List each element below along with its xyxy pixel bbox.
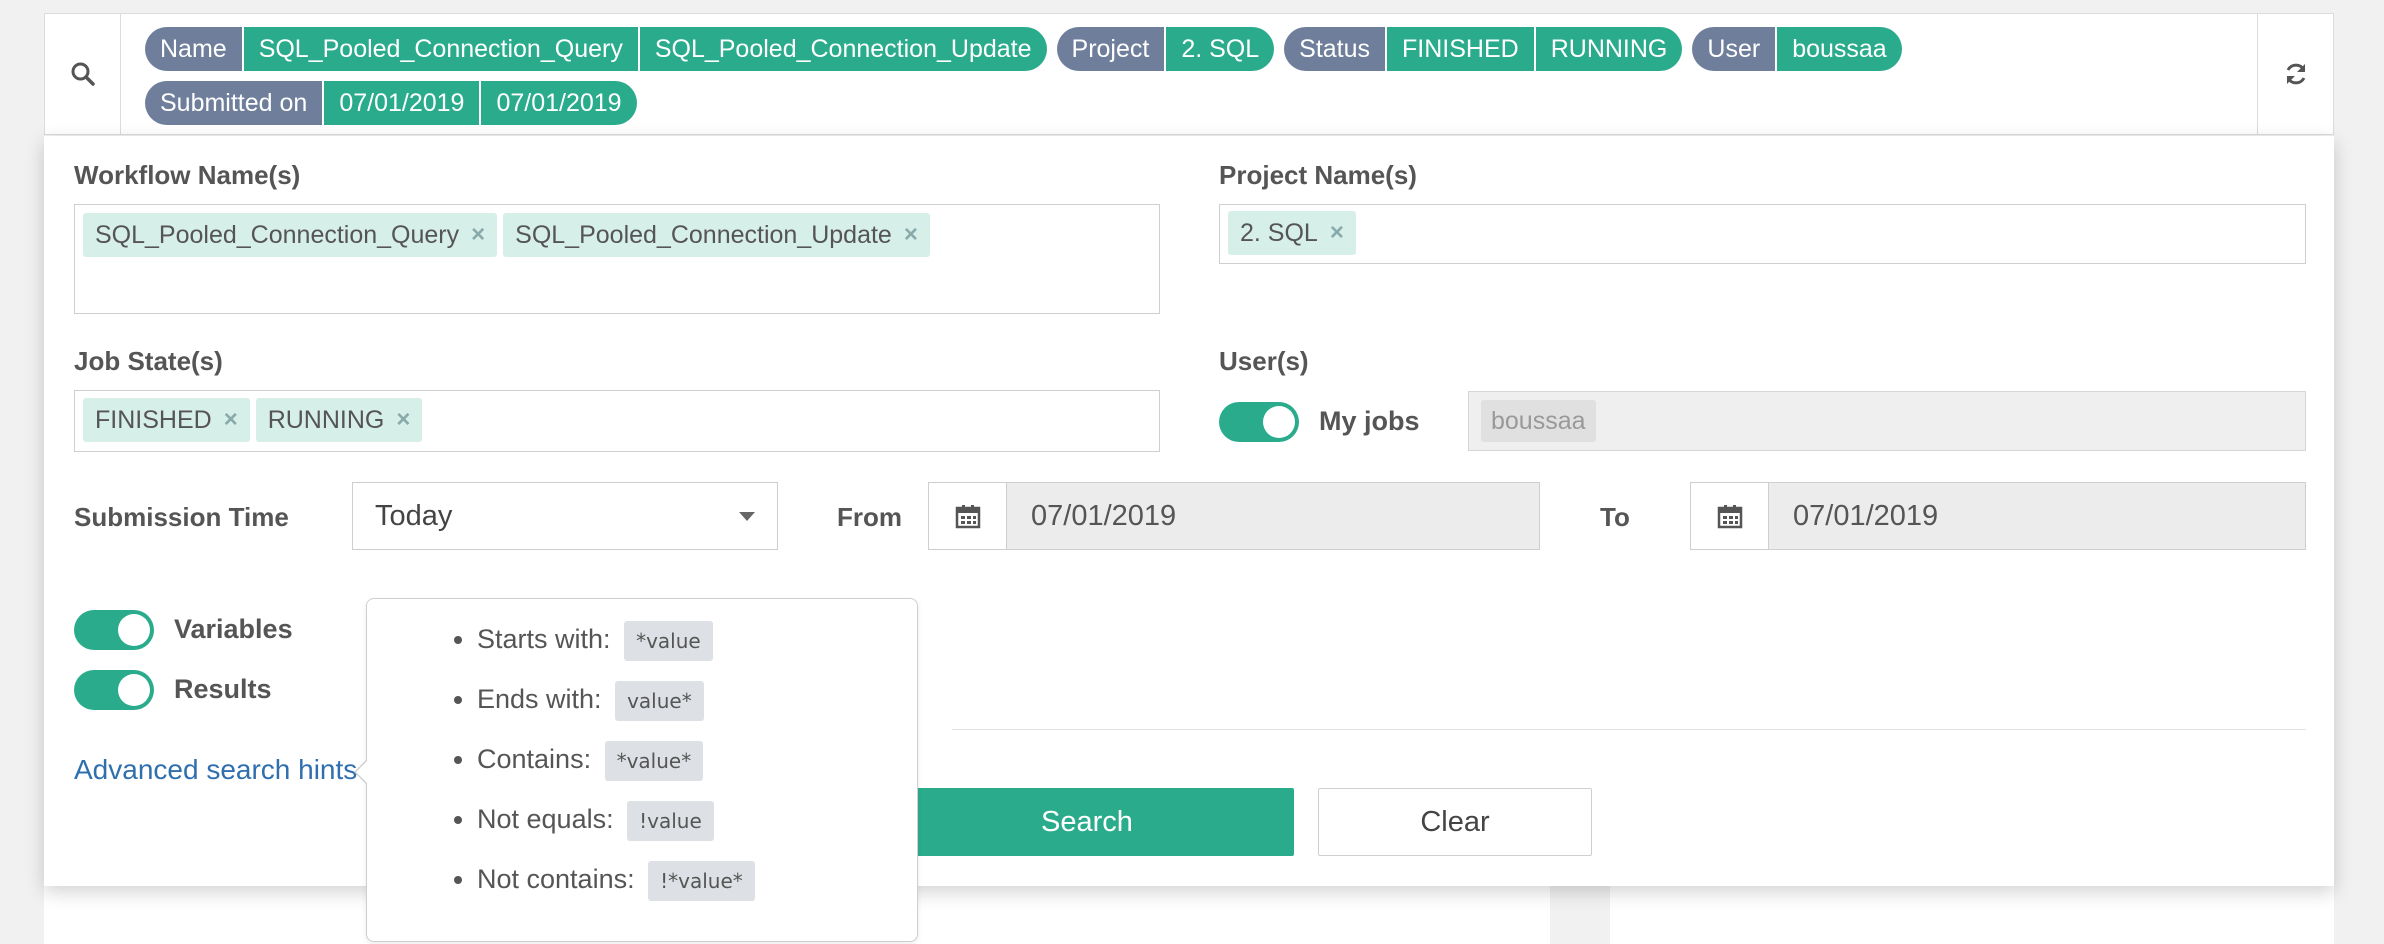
- chip-key: Name: [145, 27, 242, 71]
- results-label: Results: [174, 674, 272, 704]
- calendar-icon: [1717, 505, 1742, 529]
- workflow-names-label: Workflow Name(s): [74, 160, 301, 190]
- from-date-picker[interactable]: 07/01/2019: [928, 482, 1540, 550]
- workflow-tag-label: SQL_Pooled_Connection_Query: [95, 220, 460, 249]
- chip-key: User: [1692, 27, 1776, 71]
- job-state-tag-label: RUNNING: [267, 405, 385, 434]
- clear-button[interactable]: Clear: [1318, 788, 1592, 856]
- search-toggle-button[interactable]: [45, 14, 121, 134]
- hint-item: Starts with: *value: [477, 617, 917, 677]
- chip-value: FINISHED: [1387, 27, 1534, 71]
- chip-key: Submitted on: [145, 81, 323, 125]
- refresh-button[interactable]: [2257, 14, 2333, 134]
- my-jobs-toggle[interactable]: [1219, 402, 1299, 442]
- hint-label: Not contains:: [477, 864, 635, 894]
- chip-value: boussaa: [1777, 27, 1902, 71]
- hint-item: Not contains: !*value*: [477, 857, 917, 917]
- hint-item: Ends with: value*: [477, 677, 917, 737]
- hint-item: Not equals: !value: [477, 797, 917, 857]
- from-label: From: [837, 502, 902, 532]
- filter-chip-user[interactable]: User boussaa: [1692, 27, 1902, 71]
- filter-chip-row-1: Name SQL_Pooled_Connection_Query SQL_Poo…: [145, 26, 2245, 72]
- divider: [952, 729, 2306, 730]
- job-state-tag: FINISHED ×: [83, 398, 250, 442]
- calendar-icon: [955, 505, 980, 529]
- hint-label: Starts with:: [477, 624, 611, 654]
- chevron-down-icon: [739, 512, 755, 521]
- workflow-names-input[interactable]: SQL_Pooled_Connection_Query × SQL_Pooled_C…: [74, 204, 1160, 314]
- workflow-tag: SQL_Pooled_Connection_Query ×: [83, 213, 498, 257]
- filter-chip-row-2: Submitted on 07/01/2019 07/01/2019: [145, 80, 2245, 126]
- refresh-icon: [2286, 63, 2305, 85]
- hint-code: !value: [627, 800, 714, 841]
- search-icon: [71, 62, 95, 86]
- my-jobs-label: My jobs: [1319, 406, 1420, 436]
- chip-value: SQL_Pooled_Connection_Query: [243, 27, 638, 71]
- hint-item: Contains: *value*: [477, 737, 917, 797]
- chip-value: 07/01/2019: [324, 81, 480, 125]
- hint-label: Not equals:: [477, 804, 614, 834]
- submission-time-select[interactable]: Today: [352, 482, 778, 550]
- remove-tag-icon[interactable]: ×: [904, 221, 918, 249]
- project-tag-label: 2. SQL: [1240, 218, 1318, 247]
- job-states-input[interactable]: FINISHED × RUNNING ×: [74, 390, 1160, 452]
- hint-code: *value: [624, 620, 713, 661]
- to-date-value: 07/01/2019: [1769, 483, 2305, 549]
- advanced-search-hints-link[interactable]: Advanced search hints: [74, 754, 357, 786]
- chip-key: Project: [1056, 27, 1165, 71]
- chip-value: RUNNING: [1535, 27, 1683, 71]
- project-names-input[interactable]: 2. SQL ×: [1219, 204, 2306, 264]
- filter-chip-status[interactable]: Status FINISHED RUNNING: [1284, 27, 1683, 71]
- hints-list: Starts with: *value Ends with: value* Co…: [367, 599, 917, 917]
- chip-value: 2. SQL: [1166, 27, 1275, 71]
- to-date-picker[interactable]: 07/01/2019: [1690, 482, 2306, 550]
- hint-code: *value*: [604, 740, 704, 781]
- remove-tag-icon[interactable]: ×: [224, 406, 238, 434]
- project-tag: 2. SQL ×: [1228, 211, 1356, 255]
- hint-label: Ends with:: [477, 684, 602, 714]
- hint-label: Contains:: [477, 744, 592, 774]
- users-label: User(s): [1219, 346, 1309, 376]
- chip-key: Status: [1284, 27, 1386, 71]
- chip-value: SQL_Pooled_Connection_Update: [639, 27, 1047, 71]
- job-state-tag: RUNNING ×: [255, 398, 423, 442]
- from-date-value: 07/01/2019: [1007, 483, 1539, 549]
- to-label: To: [1600, 502, 1630, 532]
- job-state-tag-label: FINISHED: [95, 405, 212, 434]
- project-names-label: Project Name(s): [1219, 160, 1417, 190]
- background-panel-right: [1610, 880, 2334, 944]
- search-hints-popover: Starts with: *value Ends with: value* Co…: [354, 598, 918, 942]
- variables-label: Variables: [174, 614, 293, 644]
- submission-time-value: Today: [375, 500, 453, 532]
- filter-chips: Name SQL_Pooled_Connection_Query SQL_Poo…: [145, 26, 2245, 134]
- chip-value: 07/01/2019: [481, 81, 637, 125]
- calendar-button[interactable]: [929, 483, 1007, 549]
- filter-bar: Name SQL_Pooled_Connection_Query SQL_Poo…: [44, 13, 2334, 135]
- filter-chip-project[interactable]: Project 2. SQL: [1056, 27, 1275, 71]
- user-tag: boussaa: [1481, 400, 1596, 442]
- job-states-label: Job State(s): [74, 346, 223, 376]
- filter-chip-submitted-on[interactable]: Submitted on 07/01/2019 07/01/2019: [145, 81, 637, 125]
- remove-tag-icon[interactable]: ×: [471, 221, 485, 249]
- remove-tag-icon[interactable]: ×: [396, 406, 410, 434]
- hint-code: !*value*: [648, 860, 755, 901]
- workflow-tag-label: SQL_Pooled_Connection_Update: [515, 220, 892, 249]
- workflow-tag: SQL_Pooled_Connection_Update ×: [503, 213, 930, 257]
- hint-code: value*: [615, 680, 704, 721]
- results-toggle[interactable]: [74, 670, 154, 710]
- users-input[interactable]: boussaa: [1468, 391, 2306, 451]
- variables-toggle[interactable]: [74, 610, 154, 650]
- search-button[interactable]: Search: [880, 788, 1294, 856]
- submission-time-label: Submission Time: [74, 502, 289, 532]
- remove-tag-icon[interactable]: ×: [1330, 219, 1344, 247]
- filter-chip-name[interactable]: Name SQL_Pooled_Connection_Query SQL_Poo…: [145, 27, 1047, 71]
- calendar-button[interactable]: [1691, 483, 1769, 549]
